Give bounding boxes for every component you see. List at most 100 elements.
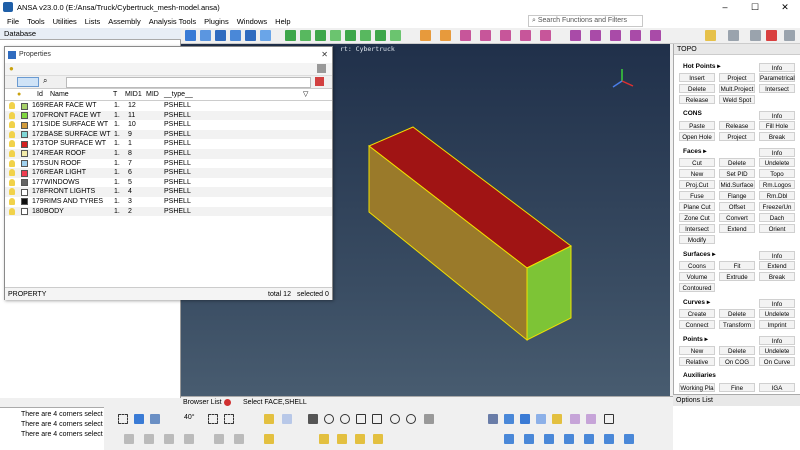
lasso-icon[interactable] [208, 414, 218, 424]
menu-windows[interactable]: Windows [233, 17, 271, 26]
topo-button-info[interactable]: Info [759, 336, 795, 345]
toolbar-purple-icon-1[interactable] [570, 30, 581, 41]
topo-button[interactable]: Delete [679, 84, 715, 93]
frame-icon[interactable] [372, 414, 382, 424]
topo-button[interactable]: Freeze/Un [759, 202, 795, 211]
row-bulb-icon[interactable] [9, 130, 15, 138]
topo-button[interactable]: Fill Hole [759, 121, 795, 130]
topo-button-info[interactable]: Info [759, 63, 795, 72]
options-list-header[interactable]: Options List [673, 394, 800, 406]
minimize-button[interactable]: – [710, 0, 740, 14]
topo-button[interactable]: Delete [719, 158, 755, 167]
orbit-icon[interactable] [390, 414, 400, 424]
toolbar-purple-icon-2[interactable] [590, 30, 601, 41]
brush-icon[interactable] [264, 414, 274, 424]
topo-button[interactable]: Release [719, 121, 755, 130]
topo-button[interactable]: Fit [719, 261, 755, 270]
topo-button[interactable]: Open Hole [679, 132, 715, 141]
topo-button[interactable]: Modify [679, 235, 715, 244]
maximize-button[interactable]: ☐ [740, 0, 770, 14]
topo-button[interactable]: Extrude [719, 272, 755, 281]
close-window-button[interactable]: ✕ [770, 0, 800, 14]
toolbar-icon-4[interactable] [230, 30, 241, 41]
row-bulb-icon[interactable] [9, 159, 15, 167]
row-bulb-icon[interactable] [9, 178, 15, 186]
toolbar-green-icon-8[interactable] [390, 30, 401, 41]
topo-button[interactable]: Rm.Dbl [759, 191, 795, 200]
redo-icon[interactable] [440, 30, 451, 41]
pen-icon[interactable] [308, 414, 318, 424]
nas-icon[interactable] [766, 30, 777, 41]
view-icon[interactable] [536, 414, 546, 424]
topo-button[interactable]: Fine [719, 383, 755, 392]
pointer-icon[interactable] [282, 414, 292, 424]
topo-button[interactable]: Dach [759, 213, 795, 222]
topo-button[interactable]: Fuse [679, 191, 715, 200]
row-bulb-icon[interactable] [9, 140, 15, 148]
row-bulb-icon[interactable] [9, 188, 15, 196]
layout-icon[interactable] [705, 30, 716, 41]
table-row[interactable]: 179 RIMS AND TYRES 1. 3 PSHELL [5, 197, 332, 207]
table-row[interactable]: 173 TOP SURFACE WT 1. 1 PSHELL [5, 139, 332, 149]
topo-button[interactable]: Mid.Surface [719, 180, 755, 189]
topo-button-info[interactable]: Info [759, 111, 795, 120]
toolbar-purple-icon-4[interactable] [630, 30, 641, 41]
topo-button[interactable]: Zone Cut [679, 213, 715, 222]
menu-file[interactable]: File [3, 17, 23, 26]
topo-section-label[interactable]: Points ▸ [683, 335, 708, 343]
toolbar-green-icon-2[interactable] [300, 30, 311, 41]
topo-button[interactable]: Flange [719, 191, 755, 200]
menu-assembly[interactable]: Assembly [104, 17, 145, 26]
topo-button[interactable]: Orient [759, 224, 795, 233]
toolbar-pink-icon-2[interactable] [480, 30, 491, 41]
row-bulb-icon[interactable] [9, 111, 15, 119]
toolbar-pink-icon-5[interactable] [540, 30, 551, 41]
topo-button-info[interactable]: Info [759, 299, 795, 308]
toolbar-green-icon-5[interactable] [345, 30, 356, 41]
tool-row2-icon-16[interactable] [584, 434, 594, 444]
table-row[interactable]: 180 BODY 1. 2 PSHELL [5, 206, 332, 217]
toolbar-pink-icon-4[interactable] [520, 30, 531, 41]
tool-row2-icon-7[interactable] [264, 434, 274, 444]
topo-button[interactable]: Set PID [719, 169, 755, 178]
grid-icon[interactable] [728, 30, 739, 41]
menu-tools[interactable]: Tools [23, 17, 49, 26]
iso-view-icon[interactable] [586, 414, 596, 424]
topo-button[interactable]: Undelete [759, 158, 795, 167]
column-type[interactable]: __type__ [164, 89, 193, 101]
tool-row2-icon-13[interactable] [524, 434, 534, 444]
table-row[interactable]: 178 FRONT LIGHTS 1. 4 PSHELL [5, 187, 332, 197]
browser-list-close-icon[interactable] [224, 399, 231, 406]
topo-section-label[interactable]: Faces ▸ [683, 147, 707, 155]
toolbar-pink-icon-1[interactable] [460, 30, 471, 41]
topo-button[interactable]: Working Pla [679, 383, 715, 392]
topo-button[interactable]: Plane Cut [679, 202, 715, 211]
toolbar-purple-icon-3[interactable] [610, 30, 621, 41]
menu-analysis-tools[interactable]: Analysis Tools [145, 17, 200, 26]
toolbar-purple-icon-5[interactable] [650, 30, 661, 41]
topo-section-label[interactable]: Auxiliaries [683, 372, 716, 379]
undo-icon[interactable] [420, 30, 431, 41]
topo-button[interactable]: On Curve [759, 357, 795, 366]
properties-window[interactable]: Properties ✕ ● ⌕ ● Id Name T MID1 MID __… [4, 46, 333, 300]
topo-button[interactable]: Project [719, 73, 755, 82]
column-id[interactable]: Id [37, 89, 43, 101]
tool-row2-icon-5[interactable] [214, 434, 224, 444]
row-bulb-icon[interactable] [9, 207, 15, 215]
row-bulb-icon[interactable] [9, 149, 15, 157]
toolbar-pink-icon-3[interactable] [500, 30, 511, 41]
topo-button[interactable]: New [679, 169, 715, 178]
column-name[interactable]: Name [50, 89, 69, 101]
toolbar-green-icon-3[interactable] [315, 30, 326, 41]
topo-button[interactable]: Release [679, 95, 715, 104]
tool-row2-icon-15[interactable] [564, 434, 574, 444]
tool-row2-icon-11[interactable] [373, 434, 383, 444]
topo-button[interactable]: Rm.Logos [759, 180, 795, 189]
topo-section-label[interactable]: Curves ▸ [683, 298, 710, 306]
topo-button[interactable]: Undelete [759, 346, 795, 355]
topo-button[interactable]: Transform [719, 320, 755, 329]
topo-button[interactable]: New [679, 346, 715, 355]
menu-help[interactable]: Help [271, 17, 294, 26]
topo-button[interactable]: Cut [679, 158, 715, 167]
table-row[interactable]: 171 SIDE SURFACE WT 1. 10 PSHELL [5, 120, 332, 130]
